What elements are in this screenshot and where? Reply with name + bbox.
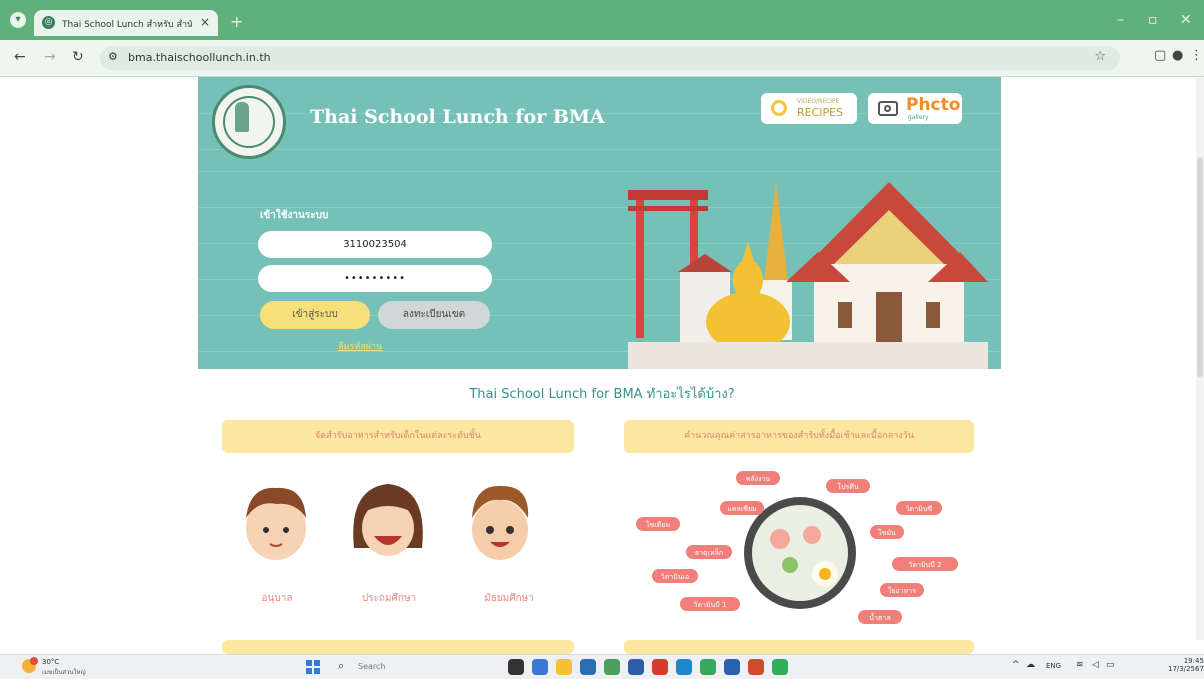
site-title: Thai School Lunch for BMA	[310, 106, 605, 128]
level-label-secondary: มัธยมศึกษา	[484, 593, 534, 604]
photo-gallery-button[interactable]: Phcto gallery	[868, 93, 962, 124]
close-tab-icon[interactable]: ×	[200, 15, 210, 29]
photo-caption: gallery	[908, 114, 929, 121]
task-view-icon[interactable]	[508, 659, 524, 675]
password-field[interactable]: •••••••••	[258, 265, 492, 292]
feature-card-bottom-left	[222, 640, 574, 654]
hero-banner: Thai School Lunch for BMA VIDEO/RECIPE R…	[198, 77, 1001, 369]
weather-icon[interactable]	[22, 657, 38, 673]
features-tagline: Thai School Lunch for BMA ทำอะไรได้บ้าง?	[469, 387, 735, 402]
site-favicon-icon: ◎	[42, 16, 55, 29]
forward-icon[interactable]: →	[44, 49, 56, 65]
page-scrollbar[interactable]	[1196, 77, 1204, 640]
level-label-primary: ประถมศึกษา	[361, 593, 417, 604]
nutrition-diagram: พลังงาน โปรตีน แคลเซียม วิตามินซี ไขมัน …	[636, 471, 958, 624]
edge-icon[interactable]	[676, 659, 692, 675]
primary-child-icon	[353, 484, 423, 556]
store-icon[interactable]	[628, 659, 644, 675]
battery-icon[interactable]: ▭	[1106, 660, 1115, 670]
chat-icon[interactable]	[532, 659, 548, 675]
bangkok-landmarks-illustration	[628, 182, 988, 369]
kindergarten-child-icon	[246, 487, 306, 560]
bma-seal-logo	[212, 85, 286, 159]
sidebar-icon[interactable]: ▢	[1154, 48, 1166, 63]
camera-icon	[878, 101, 898, 116]
search-placeholder: Search	[358, 662, 386, 671]
powerpoint-icon[interactable]	[748, 659, 764, 675]
chrome-icon[interactable]	[604, 659, 620, 675]
username-field[interactable]: 3110023504	[258, 231, 492, 258]
wifi-icon[interactable]: ≋	[1076, 660, 1084, 670]
tray-chevron-icon[interactable]: ^	[1012, 660, 1020, 670]
word-icon[interactable]	[724, 659, 740, 675]
weather-temperature[interactable]: 30°C	[42, 658, 59, 666]
photo-label: Phcto	[906, 95, 961, 115]
volume-icon[interactable]: ◁	[1092, 660, 1099, 670]
nutrient-tag: โปรตีน	[837, 482, 859, 491]
reload-icon[interactable]: ↻	[72, 49, 84, 65]
nutrient-tag: พลังงาน	[746, 475, 771, 483]
tab-title: Thai School Lunch สำหรับ สำนัก	[62, 20, 192, 30]
nutrient-tag: ใยอาหาร	[888, 586, 916, 595]
bookmark-star-icon[interactable]: ☆	[1094, 49, 1106, 64]
feature-title-nutrition-calc: คำนวณคุณค่าสารอาหารของสำรับทั้งมื้อเช้าแ…	[624, 420, 974, 453]
clock-date: 17/3/2567	[1168, 665, 1204, 673]
nutrient-tag: แคลเซียม	[727, 505, 756, 513]
nutrient-tag: วิตามินบี 1	[693, 601, 726, 609]
nutrient-tag: ไขมัน	[877, 528, 896, 537]
tab-search-icon[interactable]: ▾	[10, 12, 26, 28]
clock[interactable]: 19:45 17/3/2567	[1168, 657, 1204, 673]
feature-title-menu-planning: จัดสำรับอาหารสำหรับเด็กในแต่ละระดับชั้น	[222, 420, 574, 453]
new-tab-button[interactable]: +	[230, 12, 243, 31]
restore-icon[interactable]: ▫	[1148, 12, 1158, 28]
profile-avatar-icon[interactable]: ●	[1172, 48, 1183, 63]
menu-kebab-icon[interactable]: ⋮	[1190, 48, 1203, 63]
close-window-icon[interactable]: ✕	[1180, 12, 1192, 28]
office-icon[interactable]	[652, 659, 668, 675]
nutrient-tag: วิตามินบี 2	[908, 561, 941, 569]
site-info-icon[interactable]: ⚙	[108, 50, 118, 63]
url-field[interactable]: ⚙ bma.thaischoollunch.in.th ☆	[100, 46, 1120, 70]
nutrient-tag: วิตามินซี	[906, 505, 933, 513]
nutrient-tag: ธาตุเหล็ก	[695, 548, 723, 557]
feature-card-bottom-right	[624, 640, 974, 654]
weather-condition[interactable]: เมฆเป็นส่วนใหญ่	[42, 667, 86, 677]
nutrient-tag: วิตามินเอ	[661, 573, 689, 581]
line-app-icon[interactable]	[772, 659, 788, 675]
tray-drive-icon[interactable]: ☁	[1026, 660, 1035, 670]
taskbar-search[interactable]: ⌕ Search	[330, 658, 460, 676]
secondary-child-icon	[472, 485, 529, 560]
url-text: bma.thaischoollunch.in.th	[128, 51, 271, 64]
login-heading: เข้าใช้งานระบบ	[260, 210, 329, 221]
back-icon[interactable]: ←	[14, 49, 26, 65]
mail-icon[interactable]	[580, 659, 596, 675]
scrollbar-thumb[interactable]	[1197, 157, 1203, 377]
browser-tab-bar: ▾ ◎ Thai School Lunch สำหรับ สำนัก × + –…	[0, 0, 1204, 40]
windows-taskbar: 30°C เมฆเป็นส่วนใหญ่ ⌕ Search ^ ☁ ENG ≋ …	[0, 654, 1204, 679]
recipes-icon	[771, 100, 787, 116]
register-button[interactable]: ลงทะเบียนเขต	[378, 301, 490, 329]
line-icon[interactable]	[700, 659, 716, 675]
recipes-button[interactable]: VIDEO/RECIPE RECIPES	[761, 93, 857, 124]
recipes-label: RECIPES	[797, 106, 844, 119]
address-bar: ← → ↻ ⚙ bma.thaischoollunch.in.th ☆ ▢ ● …	[0, 40, 1204, 77]
recipes-caption: VIDEO/RECIPE	[797, 98, 840, 105]
clock-time: 19:45	[1183, 657, 1204, 665]
forgot-password-link[interactable]: ลืมรหัสผ่าน	[338, 339, 382, 353]
file-explorer-icon[interactable]	[556, 659, 572, 675]
minimize-icon[interactable]: –	[1117, 12, 1124, 28]
login-button[interactable]: เข้าสู่ระบบ	[260, 301, 370, 329]
language-indicator[interactable]: ENG	[1046, 662, 1061, 670]
level-label-kindergarten: อนุบาล	[261, 593, 293, 604]
browser-tab[interactable]: ◎ Thai School Lunch สำหรับ สำนัก ×	[34, 10, 218, 36]
search-icon: ⌕	[338, 659, 345, 672]
nutrient-tag: โซเดียม	[646, 520, 670, 529]
start-button-icon[interactable]	[306, 660, 320, 674]
